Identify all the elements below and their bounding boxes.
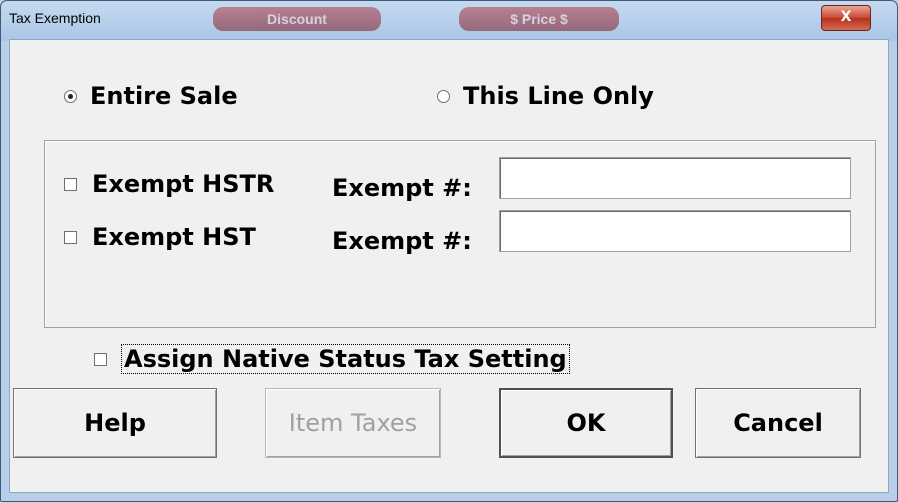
checkbox-native-status[interactable]: Assign Native Status Tax Setting: [94, 344, 570, 374]
background-discount-button: Discount: [213, 7, 381, 31]
checkbox-exempt-hst-label: Exempt HST: [92, 223, 256, 251]
checkbox-icon[interactable]: [94, 352, 107, 366]
exempt-hstr-number-input[interactable]: [499, 157, 851, 199]
help-button[interactable]: Help: [13, 388, 217, 458]
radio-icon[interactable]: [437, 89, 450, 103]
exempt-hst-number-label: Exempt #:: [332, 227, 472, 255]
close-icon: X: [840, 9, 852, 25]
exempt-hstr-number-label: Exempt #:: [332, 174, 472, 202]
window-title: Tax Exemption: [9, 10, 101, 26]
checkbox-native-status-label: Assign Native Status Tax Setting: [121, 344, 570, 374]
radio-entire-sale[interactable]: Entire Sale: [64, 82, 238, 110]
checkbox-icon[interactable]: [64, 177, 77, 191]
ok-button[interactable]: OK: [499, 388, 673, 458]
item-taxes-button: Item Taxes: [265, 388, 441, 458]
close-button[interactable]: X: [821, 5, 871, 31]
checkbox-exempt-hst[interactable]: Exempt HST: [64, 223, 256, 251]
background-price-button: $ Price $: [459, 7, 619, 31]
tax-exemption-dialog: Tax Exemption Discount $ Price $ X Entir…: [0, 0, 898, 502]
radio-this-line-only-label: This Line Only: [463, 82, 654, 110]
checkbox-icon[interactable]: [64, 230, 77, 244]
cancel-button[interactable]: Cancel: [695, 388, 861, 458]
title-bar[interactable]: Tax Exemption Discount $ Price $ X: [1, 1, 897, 39]
radio-icon[interactable]: [64, 89, 77, 103]
dialog-body: Entire Sale This Line Only Exempt HSTR E…: [9, 39, 889, 493]
radio-this-line-only[interactable]: This Line Only: [437, 82, 654, 110]
checkbox-exempt-hstr-label: Exempt HSTR: [92, 170, 275, 198]
checkbox-exempt-hstr[interactable]: Exempt HSTR: [64, 170, 274, 198]
exempt-hst-number-input[interactable]: [499, 210, 851, 252]
radio-entire-sale-label: Entire Sale: [90, 82, 238, 110]
